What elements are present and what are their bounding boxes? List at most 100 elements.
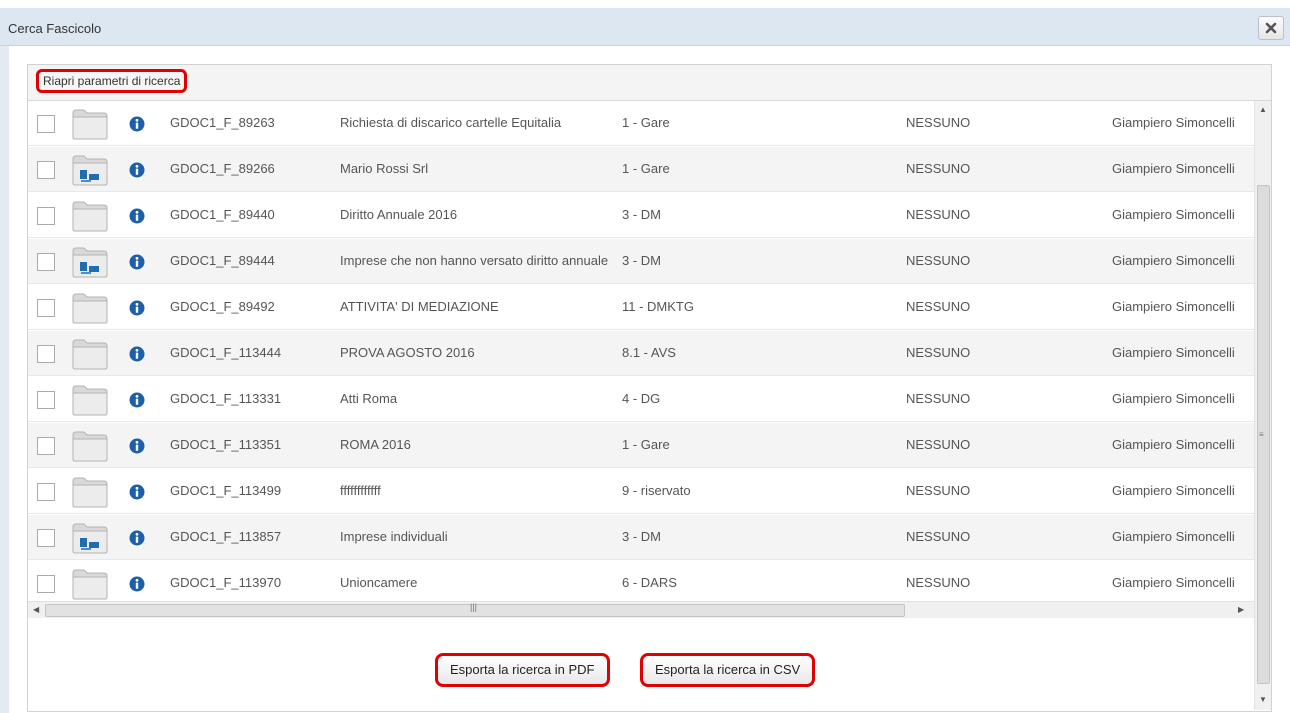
table-row[interactable]: GDOC1_F_113970 Unioncamere 6 - DARS NESS… xyxy=(28,561,1254,606)
row-checkbox[interactable] xyxy=(37,483,55,501)
row-checkbox[interactable] xyxy=(37,345,55,363)
cell-reserved: NESSUNO xyxy=(906,483,971,498)
cell-code: GDOC1_F_89266 xyxy=(170,161,275,176)
vertical-scrollbar[interactable]: ▲ ≡ ▼ xyxy=(1254,101,1271,710)
row-checkbox[interactable] xyxy=(37,253,55,271)
cell-classification: 3 - DM xyxy=(622,529,661,544)
info-icon[interactable] xyxy=(129,484,145,500)
info-icon[interactable] xyxy=(129,254,145,270)
info-icon[interactable] xyxy=(129,530,145,546)
scroll-down-arrow-icon[interactable]: ▼ xyxy=(1259,695,1267,704)
cell-reserved: NESSUNO xyxy=(906,437,971,452)
table-row[interactable]: GDOC1_F_89266 Mario Rossi Srl 1 - Gare N… xyxy=(28,147,1254,192)
table-row[interactable]: GDOC1_F_113351 ROMA 2016 1 - Gare NESSUN… xyxy=(28,423,1254,468)
table-row[interactable]: GDOC1_F_89492 ATTIVITA' DI MEDIAZIONE 11… xyxy=(28,285,1254,330)
search-dialog: Cerca Fascicolo Riapri parametri di rice… xyxy=(0,0,1290,713)
cell-classification: 3 - DM xyxy=(622,253,661,268)
export-pdf-button[interactable]: Esporta la ricerca in PDF xyxy=(435,653,610,687)
row-checkbox[interactable] xyxy=(37,391,55,409)
row-checkbox[interactable] xyxy=(37,299,55,317)
cell-description: ROMA 2016 xyxy=(340,437,411,452)
folder-icon[interactable] xyxy=(71,291,109,325)
info-icon[interactable] xyxy=(129,346,145,362)
folder-icon[interactable] xyxy=(71,337,109,371)
cell-reserved: NESSUNO xyxy=(906,345,971,360)
info-icon[interactable] xyxy=(129,438,145,454)
cell-manager: Giampiero Simoncelli xyxy=(1112,161,1235,176)
row-checkbox[interactable] xyxy=(37,575,55,593)
info-icon[interactable] xyxy=(129,300,145,316)
results-grid: GDOC1_F_89263 Richiesta di discarico car… xyxy=(28,101,1254,610)
cell-code: GDOC1_F_113499 xyxy=(170,483,282,498)
cell-reserved: NESSUNO xyxy=(906,207,971,222)
horizontal-scroll-thumb[interactable]: ||| xyxy=(45,602,905,617)
cell-classification: 9 - riservato xyxy=(622,483,691,498)
info-icon[interactable] xyxy=(129,208,145,224)
scroll-right-arrow-icon[interactable]: ▶ xyxy=(1238,605,1244,614)
grip-icon: ≡ xyxy=(1259,430,1264,439)
cell-code: GDOC1_F_113351 xyxy=(170,437,282,452)
folder-icon[interactable] xyxy=(71,521,109,555)
cell-manager: Giampiero Simoncelli xyxy=(1112,207,1235,222)
results-toolbar: Riapri parametri di ricerca xyxy=(28,65,1271,101)
cell-description: Atti Roma xyxy=(340,391,398,406)
folder-icon[interactable] xyxy=(71,429,109,463)
folder-icon[interactable] xyxy=(71,567,109,601)
dialog-title: Cerca Fascicolo xyxy=(8,21,102,36)
cell-reserved: NESSUNO xyxy=(906,529,971,544)
dialog-left-border xyxy=(0,46,9,713)
close-button[interactable] xyxy=(1258,16,1284,40)
row-checkbox[interactable] xyxy=(37,529,55,547)
cell-code: GDOC1_F_89492 xyxy=(170,299,275,314)
folder-icon[interactable] xyxy=(71,475,109,509)
grip-icon: ||| xyxy=(470,602,478,612)
info-icon[interactable] xyxy=(129,116,145,132)
cell-code: GDOC1_F_89263 xyxy=(170,115,275,130)
cell-description: Imprese che non hanno versato diritto an… xyxy=(340,253,609,268)
horizontal-scrollbar[interactable]: ◀ ||| ▶ xyxy=(28,601,1254,618)
cell-classification: 1 - Gare xyxy=(622,437,670,452)
cell-classification: 6 - DARS xyxy=(622,575,677,590)
vertical-scroll-thumb[interactable]: ≡ xyxy=(1257,185,1270,684)
cell-reserved: NESSUNO xyxy=(906,161,971,176)
cell-description: ffffffffffff xyxy=(340,483,381,498)
cell-code: GDOC1_F_113857 xyxy=(170,529,282,544)
cell-reserved: NESSUNO xyxy=(906,299,971,314)
cell-manager: Giampiero Simoncelli xyxy=(1112,253,1235,268)
cell-reserved: NESSUNO xyxy=(906,115,971,130)
cell-description: Unioncamere xyxy=(340,575,418,590)
cell-reserved: NESSUNO xyxy=(906,575,971,590)
cell-description: ATTIVITA' DI MEDIAZIONE xyxy=(340,299,499,314)
scroll-left-arrow-icon[interactable]: ◀ xyxy=(33,605,39,614)
cell-code: GDOC1_F_113331 xyxy=(170,391,282,406)
table-row[interactable]: GDOC1_F_89444 Imprese che non hanno vers… xyxy=(28,239,1254,284)
row-checkbox[interactable] xyxy=(37,437,55,455)
cell-description: PROVA AGOSTO 2016 xyxy=(340,345,475,360)
table-row[interactable]: GDOC1_F_113331 Atti Roma 4 - DG NESSUNO … xyxy=(28,377,1254,422)
cell-manager: Giampiero Simoncelli xyxy=(1112,575,1235,590)
folder-icon[interactable] xyxy=(71,383,109,417)
reopen-search-params-button[interactable]: Riapri parametri di ricerca xyxy=(36,69,188,93)
cell-classification: 1 - Gare xyxy=(622,115,670,130)
info-icon[interactable] xyxy=(129,392,145,408)
cell-manager: Giampiero Simoncelli xyxy=(1112,483,1235,498)
info-icon[interactable] xyxy=(129,576,145,592)
table-row[interactable]: GDOC1_F_113444 PROVA AGOSTO 2016 8.1 - A… xyxy=(28,331,1254,376)
folder-icon[interactable] xyxy=(71,107,109,141)
cell-manager: Giampiero Simoncelli xyxy=(1112,115,1235,130)
folder-icon[interactable] xyxy=(71,199,109,233)
scroll-up-arrow-icon[interactable]: ▲ xyxy=(1259,105,1267,114)
table-row[interactable]: GDOC1_F_89440 Diritto Annuale 2016 3 - D… xyxy=(28,193,1254,238)
folder-icon[interactable] xyxy=(71,153,109,187)
row-checkbox[interactable] xyxy=(37,161,55,179)
folder-icon[interactable] xyxy=(71,245,109,279)
row-checkbox[interactable] xyxy=(37,207,55,225)
table-row[interactable]: GDOC1_F_89263 Richiesta di discarico car… xyxy=(28,101,1254,146)
export-csv-button[interactable]: Esporta la ricerca in CSV xyxy=(640,653,816,687)
cell-description: Imprese individuali xyxy=(340,529,448,544)
table-row[interactable]: GDOC1_F_113499 ffffffffffff 9 - riservat… xyxy=(28,469,1254,514)
info-icon[interactable] xyxy=(129,162,145,178)
row-checkbox[interactable] xyxy=(37,115,55,133)
cell-description: Diritto Annuale 2016 xyxy=(340,207,458,222)
table-row[interactable]: GDOC1_F_113857 Imprese individuali 3 - D… xyxy=(28,515,1254,560)
